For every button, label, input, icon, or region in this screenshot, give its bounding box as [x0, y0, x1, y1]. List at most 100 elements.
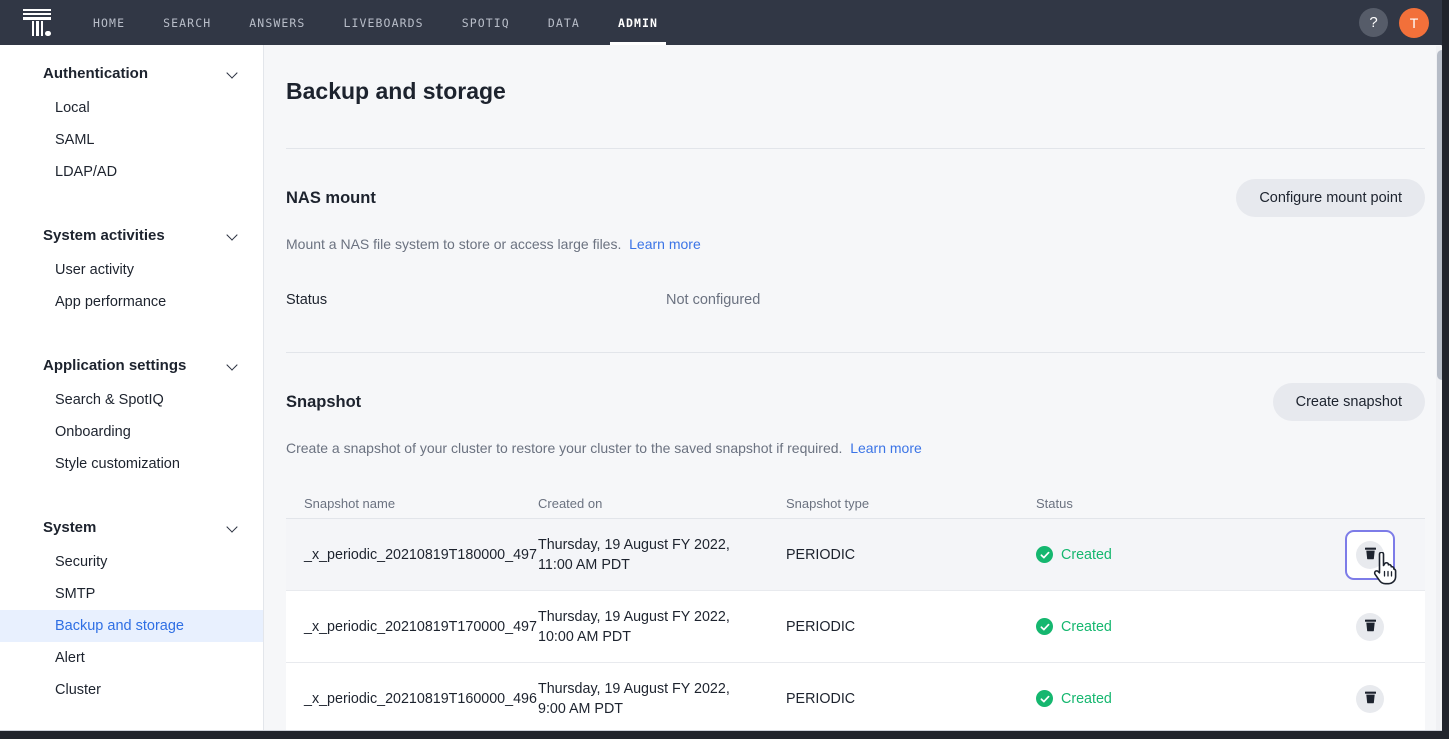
help-icon[interactable]: ?	[1359, 8, 1388, 37]
sidebar-group-gap	[0, 188, 263, 216]
sidebar-item-app-performance[interactable]: App performance	[0, 286, 263, 318]
nav-item-liveboards[interactable]: LIVEBOARDS	[324, 0, 442, 45]
thoughtspot-logo-icon	[20, 7, 54, 39]
sidebar-group-label: Application settings	[43, 357, 186, 374]
page-body: Authentication LocalSAMLLDAP/AD System act…	[0, 45, 1442, 731]
configure-mount-point-button[interactable]: Configure mount point	[1236, 179, 1425, 217]
nas-status-value: Not configured	[666, 292, 760, 308]
status-badge: Created	[1036, 690, 1315, 707]
snapshot-title: Snapshot	[286, 393, 361, 412]
create-snapshot-button[interactable]: Create snapshot	[1273, 383, 1425, 421]
chevron-down-icon[interactable]	[227, 229, 239, 241]
primary-nav-items: HOMESEARCHANSWERSLIVEBOARDSSPOTIQDATAADM…	[74, 0, 677, 45]
trash-icon	[1364, 690, 1377, 707]
nas-mount-description: Mount a NAS file system to store or acce…	[286, 236, 1425, 252]
snapshot-table: Snapshot nameCreated onSnapshot typeStat…	[286, 488, 1425, 731]
column-header-snapshot-type: Snapshot type	[786, 496, 1036, 511]
column-header-snapshot-name: Snapshot name	[286, 496, 538, 511]
status-badge: Created	[1036, 618, 1315, 635]
trash-icon	[1364, 618, 1377, 635]
nas-mount-section: NAS mount Configure mount point Mount a …	[286, 149, 1425, 353]
top-navigation-bar: HOMESEARCHANSWERSLIVEBOARDSSPOTIQDATAADM…	[0, 0, 1449, 45]
snapshot-table-header: Snapshot nameCreated onSnapshot typeStat…	[286, 488, 1425, 519]
nas-learn-more-link[interactable]: Learn more	[629, 236, 701, 252]
sidebar-item-ldap-ad[interactable]: LDAP/AD	[0, 156, 263, 188]
snapshot-type-cell: PERIODIC	[786, 689, 1036, 709]
snapshot-name-cell: _x_periodic_20210819T160000_496	[286, 689, 538, 709]
sidebar-item-onboarding[interactable]: Onboarding	[0, 416, 263, 448]
row-actions	[1315, 530, 1425, 580]
snapshot-description: Create a snapshot of your cluster to res…	[286, 440, 1425, 456]
top-nav-actions: ? T	[1359, 0, 1429, 45]
sidebar-item-security[interactable]: Security	[0, 546, 263, 578]
sidebar-item-search-spotiq[interactable]: Search & SpotIQ	[0, 384, 263, 416]
chevron-down-icon[interactable]	[227, 359, 239, 371]
sidebar-item-saml[interactable]: SAML	[0, 124, 263, 156]
status-text: Created	[1061, 619, 1112, 635]
snapshot-description-text: Create a snapshot of your cluster to res…	[286, 440, 842, 456]
snapshot-type-cell: PERIODIC	[786, 545, 1036, 565]
delete-snapshot-button[interactable]	[1356, 613, 1384, 641]
app-logo[interactable]	[0, 0, 74, 45]
nas-mount-title: NAS mount	[286, 189, 376, 208]
sidebar-group-system[interactable]: System	[0, 508, 263, 546]
created-on-cell: Thursday, 19 August FY 2022, 9:00 AM PDT	[538, 679, 786, 719]
admin-sidebar: Authentication LocalSAMLLDAP/AD System act…	[0, 45, 264, 731]
sidebar-group-gap	[0, 480, 263, 508]
chevron-down-icon[interactable]	[227, 67, 239, 79]
main-content: Backup and storage NAS mount Configure m…	[264, 45, 1441, 731]
sidebar-group-system-activities[interactable]: System activities	[0, 216, 263, 254]
sidebar-group-authentication[interactable]: Authentication	[0, 54, 263, 92]
delete-button-focus-ring	[1345, 530, 1395, 580]
row-actions	[1315, 685, 1425, 713]
sidebar-item-alert[interactable]: Alert	[0, 642, 263, 674]
status-text: Created	[1061, 547, 1112, 563]
nav-item-admin[interactable]: ADMIN	[599, 0, 677, 45]
admin-backup-storage-page: HOMESEARCHANSWERSLIVEBOARDSSPOTIQDATAADM…	[0, 0, 1449, 739]
sidebar-group-application-settings[interactable]: Application settings	[0, 346, 263, 384]
sidebar-group-label: System	[43, 519, 96, 536]
sidebar-item-user-activity[interactable]: User activity	[0, 254, 263, 286]
check-circle-icon	[1036, 546, 1053, 563]
snapshot-name-cell: _x_periodic_20210819T180000_497	[286, 545, 538, 565]
horizontal-scrollbar[interactable]	[0, 731, 1449, 739]
avatar[interactable]: T	[1399, 8, 1429, 38]
status-cell: Created	[1036, 690, 1315, 707]
row-actions	[1315, 613, 1425, 641]
nav-item-data[interactable]: DATA	[529, 0, 599, 45]
nas-status-row: Status Not configured	[286, 292, 1425, 308]
sidebar-item-backup-and-storage[interactable]: Backup and storage	[0, 610, 263, 642]
status-cell: Created	[1036, 546, 1315, 563]
nav-item-spotiq[interactable]: SPOTIQ	[443, 0, 529, 45]
column-header-status: Status	[1036, 496, 1315, 511]
snapshot-type-cell: PERIODIC	[786, 617, 1036, 637]
status-text: Created	[1061, 691, 1112, 707]
check-circle-icon	[1036, 690, 1053, 707]
sidebar-group-label: Authentication	[43, 65, 148, 82]
created-on-cell: Thursday, 19 August FY 2022, 10:00 AM PD…	[538, 607, 786, 647]
page-title: Backup and storage	[286, 45, 1425, 105]
nav-item-home[interactable]: HOME	[74, 0, 144, 45]
sidebar-item-local[interactable]: Local	[0, 92, 263, 124]
table-row[interactable]: _x_periodic_20210819T160000_496Thursday,…	[286, 663, 1425, 731]
delete-snapshot-button[interactable]	[1356, 685, 1384, 713]
table-row[interactable]: _x_periodic_20210819T170000_497Thursday,…	[286, 591, 1425, 663]
nav-item-search[interactable]: SEARCH	[144, 0, 230, 45]
sidebar-item-smtp[interactable]: SMTP	[0, 578, 263, 610]
trash-icon	[1364, 546, 1377, 563]
column-header-created-on: Created on	[538, 496, 786, 511]
status-badge: Created	[1036, 546, 1315, 563]
table-row[interactable]: _x_periodic_20210819T180000_497Thursday,…	[286, 519, 1425, 591]
chevron-down-icon[interactable]	[227, 521, 239, 533]
sidebar-item-style-customization[interactable]: Style customization	[0, 448, 263, 480]
nas-status-label: Status	[286, 292, 666, 308]
snapshot-name-cell: _x_periodic_20210819T170000_497	[286, 617, 538, 637]
snapshot-section: Snapshot Create snapshot Create a snapsh…	[286, 353, 1425, 731]
snapshot-table-body: _x_periodic_20210819T180000_497 Thursday,…	[286, 519, 1425, 731]
snapshot-learn-more-link[interactable]: Learn more	[850, 440, 922, 456]
nav-item-answers[interactable]: ANSWERS	[230, 0, 324, 45]
sidebar-group-gap	[0, 318, 263, 346]
delete-snapshot-button[interactable]	[1356, 541, 1384, 569]
sidebar-item-cluster[interactable]: Cluster	[0, 674, 263, 706]
window-right-edge	[1442, 0, 1449, 739]
